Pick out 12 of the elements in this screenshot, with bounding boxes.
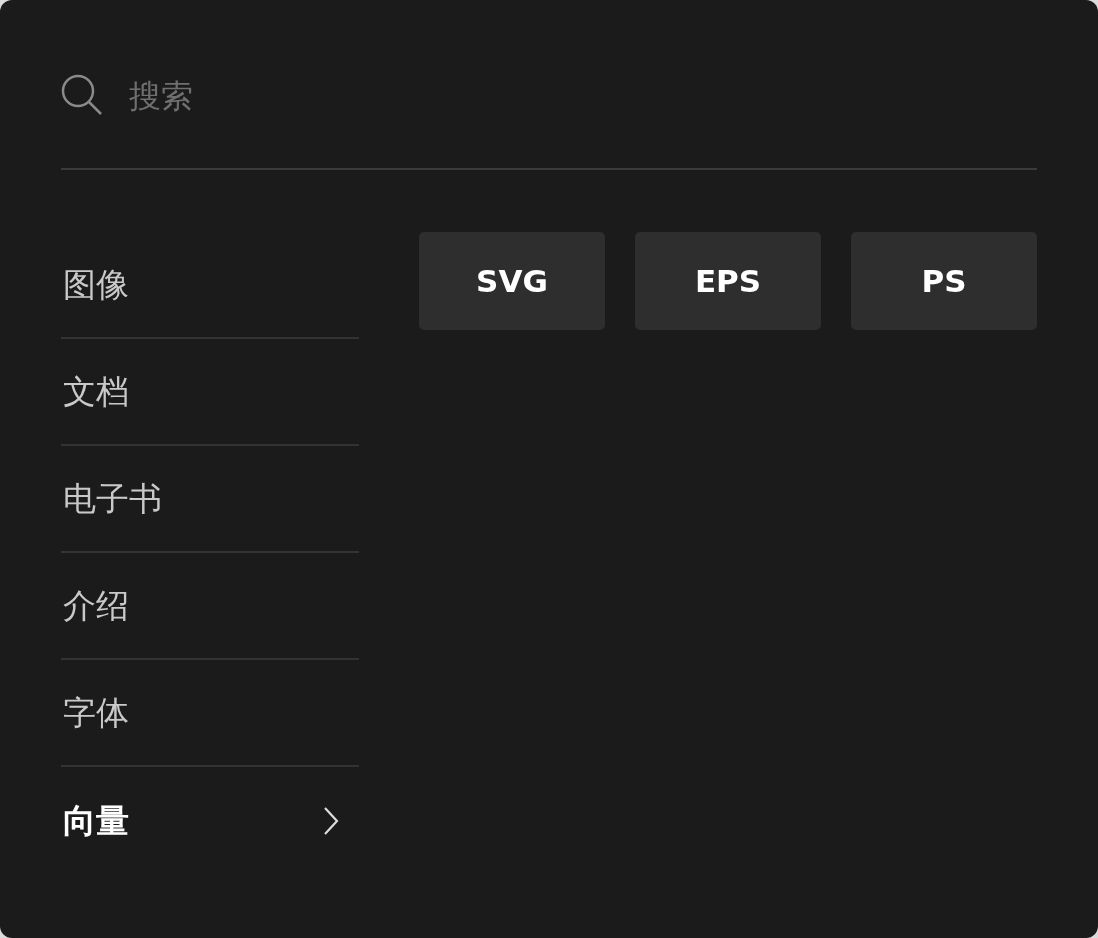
search-icon [61,74,103,116]
format-button[interactable]: SVG [419,232,605,330]
search-field[interactable]: 搜索 [129,74,529,118]
category-item[interactable]: 图像 [61,232,359,339]
chevron-right-icon [323,805,339,836]
category-item[interactable]: 介绍 [61,553,359,660]
category-item[interactable]: 字体 [61,660,359,767]
format-button[interactable]: PS [851,232,1037,330]
category-item[interactable]: 文档 [61,339,359,446]
category-item[interactable]: 向量 [61,767,359,874]
category-item[interactable]: 电子书 [61,446,359,553]
format-button[interactable]: EPS [635,232,821,330]
